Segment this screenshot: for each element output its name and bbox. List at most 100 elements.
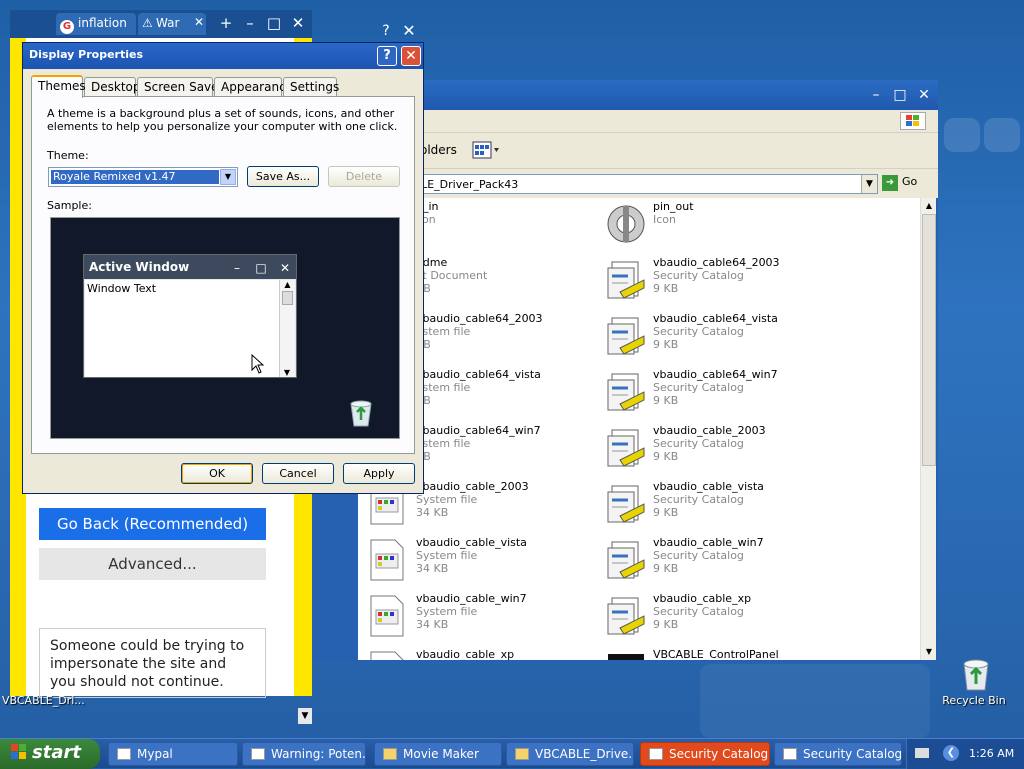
keyboard-icon[interactable] [915, 748, 929, 758]
close-button[interactable]: ✕ [401, 46, 421, 66]
file-item[interactable]: vbaudio_cable_2003 System file 34 KB [370, 480, 635, 530]
browser-tab-google[interactable]: Ginflation [56, 13, 136, 35]
security-catalog-icon [606, 482, 646, 526]
tab-settings[interactable]: Settings [283, 77, 339, 97]
taskbar-item-movie-maker[interactable]: Movie Maker [374, 742, 502, 766]
browser-tabbar: Ginflation ⚠ War ✕ + – □ ✕ [10, 10, 312, 38]
file-item[interactable]: vbaudio_cable64_2003ystem fileKB [370, 312, 635, 362]
views-button[interactable] [472, 141, 502, 161]
vertical-scrollbar[interactable]: ▲ ▼ [920, 198, 936, 660]
advanced-button[interactable]: Advanced... [39, 548, 266, 580]
tab-appearance[interactable]: Appearance [214, 77, 293, 97]
preview-scrollbar: ▲ ▼ [279, 280, 295, 377]
file-type: Security Catalog [653, 381, 744, 394]
recycle-bin-icon[interactable] [956, 656, 996, 692]
file-icon: VB [606, 650, 646, 660]
scroll-thumb[interactable] [922, 214, 936, 466]
file-item[interactable]: VB VBCABLE_ControlPanel [606, 648, 836, 660]
scroll-up-icon: ▲ [284, 280, 291, 289]
file-name: vbaudio_cable_2003 [653, 424, 766, 437]
file-name: vbaudio_cable_win7 [416, 592, 527, 605]
ok-button[interactable]: OK [181, 463, 253, 484]
help-button[interactable]: ? [377, 46, 397, 66]
file-item[interactable]: vbaudio_cable64_2003 Security Catalog 9 KB [606, 256, 836, 306]
go-back-button[interactable]: Go Back (Recommended) [39, 508, 266, 540]
windows-logo-icon [10, 743, 28, 766]
clock[interactable]: 1:26 AM [969, 747, 1014, 760]
security-catalog-icon [606, 426, 646, 470]
file-item[interactable]: vbaudio_cable_win7 Security Catalog 9 KB [606, 536, 836, 586]
tab-desktop[interactable]: Desktop [84, 77, 141, 97]
system-tray: ❮ 1:26 AM [906, 739, 1024, 769]
folders-button[interactable]: olders [420, 143, 457, 157]
browser-tab-warning[interactable]: ⚠ War ✕ [138, 13, 206, 35]
file-size: 9 KB [653, 282, 679, 295]
go-button[interactable]: ➜ Go [882, 175, 917, 191]
file-item[interactable]: vbaudio_cable_vista System file 34 KB [370, 536, 635, 586]
help-icon[interactable]: ? [376, 22, 396, 40]
taskbar-item-vbcable[interactable]: VBCABLE_Drive... [506, 742, 634, 766]
desktop-icon-label[interactable]: VBCABLE_Dri... [2, 694, 85, 707]
maximize-button[interactable]: □ [890, 85, 910, 105]
windows-logo-icon [900, 112, 926, 130]
minimize-button[interactable]: – [866, 85, 886, 105]
file-item[interactable]: vbaudio_cable64_vista Security Catalog 9 K… [606, 312, 836, 362]
recycle-bin-icon [347, 398, 375, 428]
tab-themes[interactable]: Themes [31, 75, 86, 98]
warning-icon: ⚠ [142, 16, 153, 30]
file-item[interactable]: vbaudio_cable64_win7 Security Catalog 9 KB [606, 368, 836, 418]
mouse-cursor-icon [251, 353, 265, 377]
scroll-down-icon[interactable]: ▼ [298, 708, 312, 724]
new-tab-button[interactable]: + [216, 13, 236, 33]
close-icon[interactable]: ✕ [194, 15, 204, 29]
scroll-up-icon[interactable]: ▲ [921, 198, 937, 214]
taskbar-item-warning[interactable]: Warning: Poten... [242, 742, 366, 766]
system-file-icon [367, 650, 407, 660]
file-item[interactable]: vbaudio_cable_xp Security Catalog 9 KB [606, 592, 836, 642]
desktop-decoration [984, 118, 1020, 152]
scroll-down-icon[interactable]: ▼ [921, 644, 937, 660]
security-catalog-icon [606, 538, 646, 582]
file-item[interactable]: vbaudio_cable_vista Security Catalog 9 KB [606, 480, 836, 530]
file-type: Security Catalog [653, 493, 744, 506]
file-size: 9 KB [653, 506, 679, 519]
close-icon[interactable]: ✕ [398, 22, 420, 40]
tab-screen-saver[interactable]: Screen Saver [137, 77, 223, 97]
file-item[interactable]: vbaudio_cable_xp [370, 648, 635, 660]
chevron-down-icon[interactable]: ▼ [861, 175, 877, 193]
apply-button[interactable]: Apply [343, 463, 415, 484]
close-button[interactable]: ✕ [288, 13, 308, 33]
file-item[interactable]: n_in con [370, 200, 635, 250]
file-list: n_inconadmext DocumentKBvbaudio_cable64_… [358, 198, 920, 660]
maximize-button[interactable]: □ [264, 13, 284, 33]
theme-select[interactable]: Royale Remixed v1.47 ▼ [48, 167, 238, 187]
recycle-bin-label: Recycle Bin [942, 694, 1006, 707]
file-item[interactable]: vbaudio_cable_win7 System file 34 KB [370, 592, 635, 642]
taskbar-item-mypal[interactable]: Mypal [108, 742, 238, 766]
file-item[interactable]: vbaudio_cable_2003 Security Catalog 9 KB [606, 424, 836, 474]
start-button[interactable]: start [0, 739, 100, 769]
file-item[interactable]: vbaudio_cable64_vistaystem fileKB [370, 368, 635, 418]
minimize-button[interactable]: – [240, 13, 260, 33]
taskbar-item-security-catalog[interactable]: Security Catalog [774, 742, 902, 766]
chevron-down-icon[interactable]: ▼ [220, 169, 236, 185]
file-type: System file [416, 549, 478, 562]
cancel-button[interactable]: Cancel [262, 463, 334, 484]
mypal-icon [251, 748, 265, 760]
theme-preview: Active Window – □ ✕ Window Text ▲ ▼ [50, 217, 400, 439]
file-type: ystem file [416, 381, 471, 394]
desktop-decoration [700, 664, 930, 738]
file-size: 34 KB [416, 506, 449, 519]
taskbar-item-security-catalog-active[interactable]: Security Catalog [640, 742, 770, 766]
file-item[interactable]: admext DocumentKB [370, 256, 635, 306]
start-label: start [32, 742, 81, 763]
chevron-left-icon[interactable]: ❮ [943, 745, 959, 761]
file-size: 9 KB [653, 450, 679, 463]
file-item[interactable]: vbaudio_cable64_win7ystem fileKB [370, 424, 635, 474]
file-item[interactable]: pin_out Icon [606, 200, 836, 250]
close-button[interactable]: ✕ [914, 85, 934, 105]
save-as-button[interactable]: Save As... [247, 166, 319, 187]
warning-message: Someone could be trying to impersonate t… [39, 628, 266, 698]
delete-button[interactable]: Delete [328, 166, 400, 187]
file-name: vbaudio_cable_xp [653, 592, 752, 605]
